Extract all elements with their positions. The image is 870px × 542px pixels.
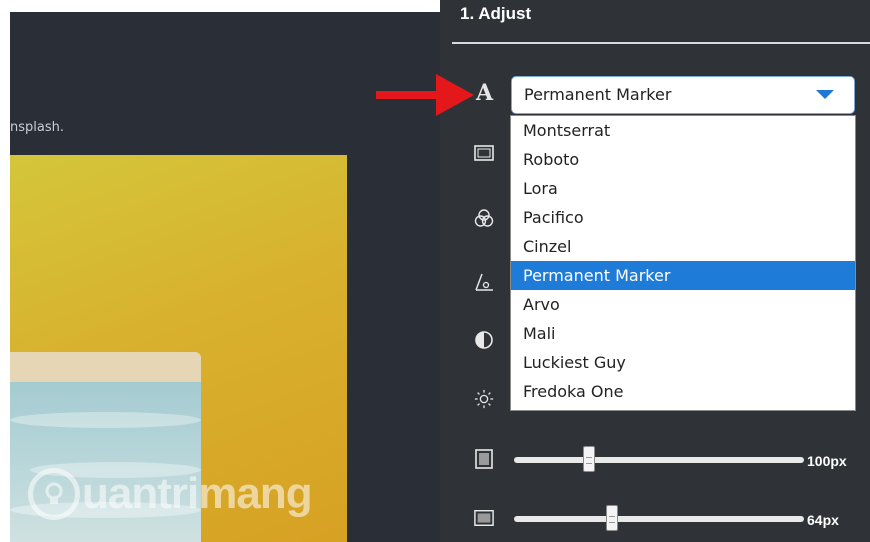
font-option[interactable]: Arvo	[511, 290, 855, 319]
font-select[interactable]: Permanent Marker	[511, 76, 855, 114]
height-slider-thumb[interactable]	[606, 505, 618, 531]
font-option[interactable]: Luckiest Guy	[511, 348, 855, 377]
red-arrow-annotation	[376, 74, 474, 116]
height-icon	[474, 508, 494, 528]
width-slider[interactable]	[514, 446, 804, 472]
font-option-selected[interactable]: Permanent Marker	[511, 261, 855, 290]
color-blend-icon[interactable]	[474, 208, 494, 228]
font-option[interactable]: Pacifico	[511, 203, 855, 232]
watermark-text: uantrimang	[82, 469, 313, 518]
angle-icon[interactable]	[474, 272, 494, 292]
font-option[interactable]: Montserrat	[511, 116, 855, 145]
font-option[interactable]: Fredoka One	[511, 377, 855, 406]
width-value: 100px	[807, 453, 847, 469]
panel-divider	[452, 42, 870, 44]
brightness-icon[interactable]	[474, 389, 494, 409]
height-value: 64px	[807, 512, 839, 528]
width-slider-thumb[interactable]	[583, 446, 595, 472]
font-option[interactable]: Roboto	[511, 145, 855, 174]
font-dropdown-list: Montserrat Roboto Lora Pacifico Cinzel P…	[510, 115, 856, 411]
font-icon: A	[476, 80, 494, 106]
width-icon	[474, 449, 494, 469]
font-option[interactable]: Mali	[511, 319, 855, 348]
font-select-value: Permanent Marker	[524, 85, 672, 104]
contrast-icon[interactable]	[474, 330, 494, 350]
wave-foam	[10, 412, 201, 428]
app-root: nsplash. uantrimang 1. Adjust A 100px 64…	[0, 0, 870, 542]
panel-title: 1. Adjust	[460, 4, 532, 23]
font-option[interactable]: Cinzel	[511, 232, 855, 261]
height-slider[interactable]	[514, 505, 804, 531]
adjust-panel: 1. Adjust A 100px 64px Permanent Marker …	[440, 0, 870, 542]
card-header-strip	[10, 352, 201, 382]
font-option[interactable]: Lora	[511, 174, 855, 203]
bulb-icon	[28, 468, 80, 520]
photo-credit: nsplash.	[10, 120, 64, 135]
frame-icon[interactable]	[474, 143, 494, 163]
chevron-down-icon[interactable]	[816, 90, 834, 99]
watermark: uantrimang	[28, 468, 313, 520]
